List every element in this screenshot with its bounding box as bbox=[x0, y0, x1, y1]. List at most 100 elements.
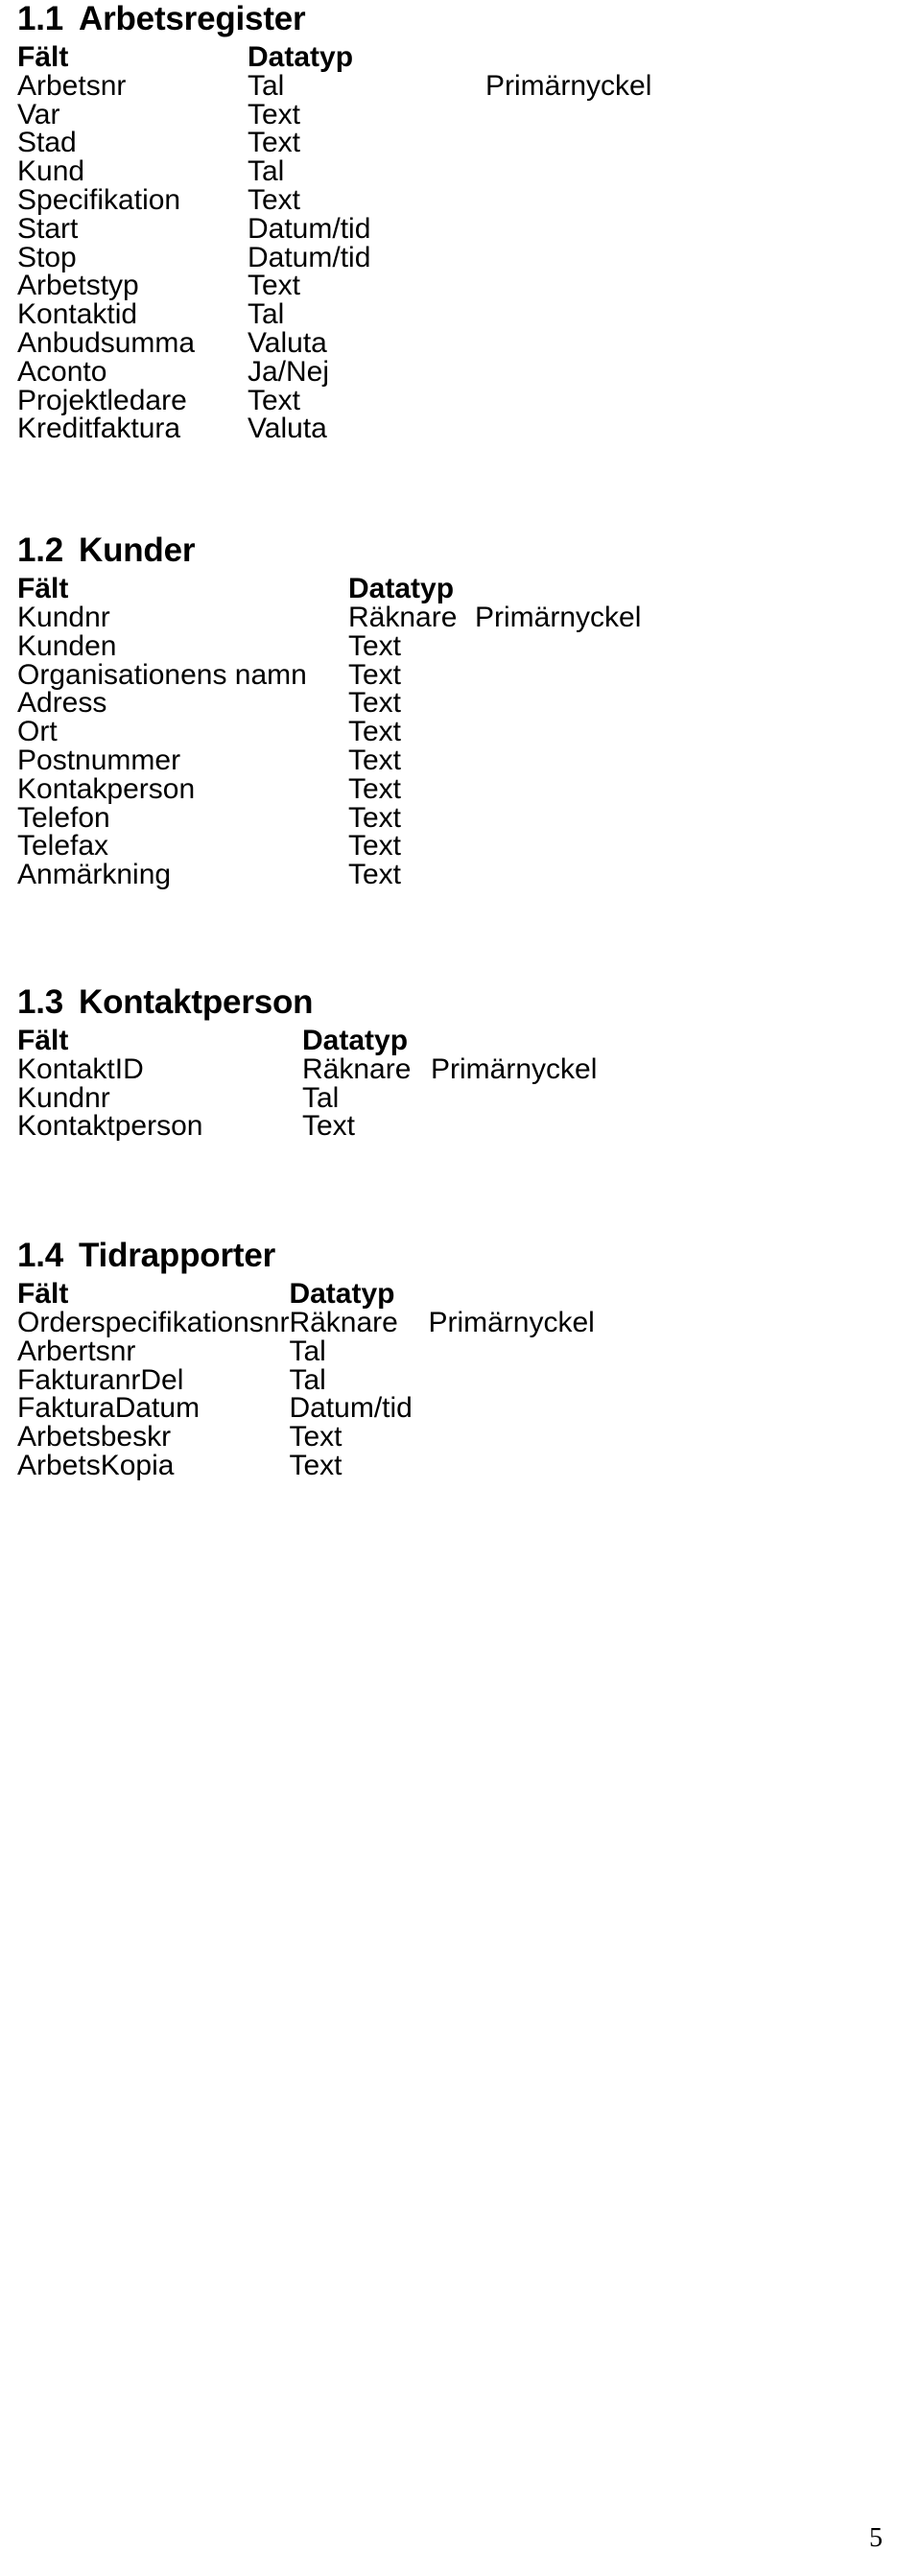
field-type: Text bbox=[348, 629, 402, 662]
section-tidrapporter: 1.4 Tidrapporter Fält Datatyp Orderspecif… bbox=[17, 1237, 904, 1480]
table-row: Specifikation Text bbox=[17, 186, 773, 215]
field-type: Tal bbox=[289, 1335, 326, 1367]
table-row: Ort Text bbox=[17, 718, 763, 746]
table-header-row: Fält Datatyp bbox=[17, 1027, 719, 1055]
table-row: KontaktID Räknare Primärnyckel bbox=[17, 1052, 719, 1085]
field-key: Primärnyckel bbox=[431, 1052, 598, 1085]
column-header-key bbox=[428, 1280, 716, 1309]
column-header-datatype: Datatyp bbox=[248, 41, 354, 73]
page-number: 5 bbox=[869, 2523, 883, 2553]
section-title-4: Tidrapporter bbox=[79, 1237, 276, 1275]
table-row: Stop Datum/tid bbox=[17, 241, 773, 273]
field-name: Start bbox=[17, 212, 79, 245]
document-page: 1.1 Arbetsregister Fält Datatyp Arbetsnr … bbox=[0, 0, 921, 2576]
field-key bbox=[475, 832, 763, 861]
field-name: Kontaktperson bbox=[17, 1110, 203, 1143]
table-row: Kunden Text bbox=[17, 629, 763, 662]
field-type: Text bbox=[302, 1110, 356, 1143]
field-name: Arbertsnr bbox=[17, 1335, 136, 1367]
field-key bbox=[428, 1366, 716, 1395]
field-name: Kreditfaktura bbox=[17, 413, 181, 445]
field-name: Arbetstyp bbox=[17, 270, 139, 302]
schema-table-kunder: Fält Datatyp Kundnr Räknare Primärnyckel… bbox=[17, 575, 763, 889]
field-key bbox=[428, 1423, 716, 1452]
field-name: Kontaktid bbox=[17, 298, 138, 331]
field-type: Text bbox=[348, 658, 402, 691]
field-key bbox=[485, 387, 773, 415]
section-heading-3: 1.3 Kontaktperson bbox=[17, 983, 904, 1022]
field-key bbox=[428, 1394, 716, 1423]
field-key bbox=[485, 244, 773, 272]
field-name: Kontakperson bbox=[17, 772, 196, 805]
section-number-1: 1.1 bbox=[17, 0, 64, 37]
field-type: Text bbox=[248, 183, 301, 216]
field-type: Text bbox=[248, 98, 301, 130]
field-name: ArbetsKopia bbox=[17, 1449, 175, 1481]
table-row: Adress Text bbox=[17, 689, 763, 718]
field-key: Primärnyckel bbox=[475, 601, 642, 633]
field-key bbox=[485, 129, 773, 157]
field-type: Tal bbox=[248, 69, 285, 102]
field-key bbox=[431, 1112, 719, 1141]
field-key bbox=[475, 632, 763, 661]
field-key bbox=[475, 804, 763, 833]
field-type: Text bbox=[248, 270, 301, 302]
field-name: Telefax bbox=[17, 830, 109, 863]
table-row: Var Text bbox=[17, 98, 773, 130]
table-row: Anmärkning Text bbox=[17, 861, 763, 889]
field-key: Primärnyckel bbox=[428, 1306, 595, 1338]
table-header-row: Fält Datatyp bbox=[17, 43, 773, 72]
schema-table-kontaktperson: Fält Datatyp KontaktID Räknare Primärnyc… bbox=[17, 1027, 719, 1141]
table-row: Telefax Text bbox=[17, 832, 763, 861]
section-arbetsregister: 1.1 Arbetsregister Fält Datatyp Arbetsnr … bbox=[17, 0, 904, 443]
field-name: Kund bbox=[17, 155, 85, 188]
field-name: FakturanrDel bbox=[17, 1363, 184, 1396]
table-row: Kundnr Tal bbox=[17, 1081, 719, 1114]
column-header-field: Fält bbox=[17, 1024, 69, 1056]
field-type: Tal bbox=[289, 1363, 326, 1396]
field-key bbox=[475, 775, 763, 804]
table-row: Arbetsnr Tal Primärnyckel bbox=[17, 69, 773, 102]
table-row: Arbetstyp Text bbox=[17, 272, 773, 300]
field-name: Postnummer bbox=[17, 744, 181, 776]
section-heading-2: 1.2 Kunder bbox=[17, 532, 904, 570]
section-title-3: Kontaktperson bbox=[79, 982, 314, 1021]
field-key bbox=[475, 689, 763, 718]
schema-table-tidrapporter: Fält Datatyp Orderspecifikationsnr Räkna… bbox=[17, 1280, 716, 1480]
field-name: Kundnr bbox=[17, 1081, 110, 1114]
field-type: Räknare bbox=[348, 601, 458, 633]
field-type: Text bbox=[348, 859, 402, 891]
field-name: Anmärkning bbox=[17, 859, 172, 891]
field-key bbox=[475, 861, 763, 889]
field-key bbox=[485, 358, 773, 387]
field-type: Valuta bbox=[248, 413, 327, 445]
table-row: Kontakperson Text bbox=[17, 772, 763, 805]
field-name: Organisationens namn bbox=[17, 658, 307, 691]
field-type: Text bbox=[248, 127, 301, 159]
column-header-field: Fält bbox=[17, 41, 69, 73]
field-name: Anbudsumma bbox=[17, 326, 196, 359]
table-row: Start Datum/tid bbox=[17, 212, 773, 245]
field-key bbox=[485, 215, 773, 244]
section-title-2: Kunder bbox=[79, 532, 196, 570]
table-row: Anbudsumma Valuta bbox=[17, 329, 773, 358]
field-key bbox=[485, 186, 773, 215]
field-type: Text bbox=[289, 1421, 342, 1453]
field-name: Specifikation bbox=[17, 183, 181, 216]
section-number-4: 1.4 bbox=[17, 1237, 64, 1275]
field-type: Datum/tid bbox=[289, 1392, 413, 1425]
field-type: Text bbox=[348, 801, 402, 834]
field-name: Stop bbox=[17, 241, 77, 273]
table-row: Postnummer Text bbox=[17, 746, 763, 775]
field-type: Text bbox=[289, 1449, 342, 1481]
field-name: Kundnr bbox=[17, 601, 110, 633]
section-heading-4: 1.4 Tidrapporter bbox=[17, 1237, 904, 1275]
field-name: Var bbox=[17, 98, 60, 130]
field-key bbox=[485, 101, 773, 130]
field-type: Text bbox=[348, 772, 402, 805]
column-header-field: Fält bbox=[17, 1278, 69, 1311]
table-row: Orderspecifikationsnr Räknare Primärnyck… bbox=[17, 1309, 716, 1337]
schema-table-arbetsregister: Fält Datatyp Arbetsnr Tal Primärnyckel V… bbox=[17, 43, 773, 443]
table-row: Kundnr Räknare Primärnyckel bbox=[17, 603, 763, 632]
